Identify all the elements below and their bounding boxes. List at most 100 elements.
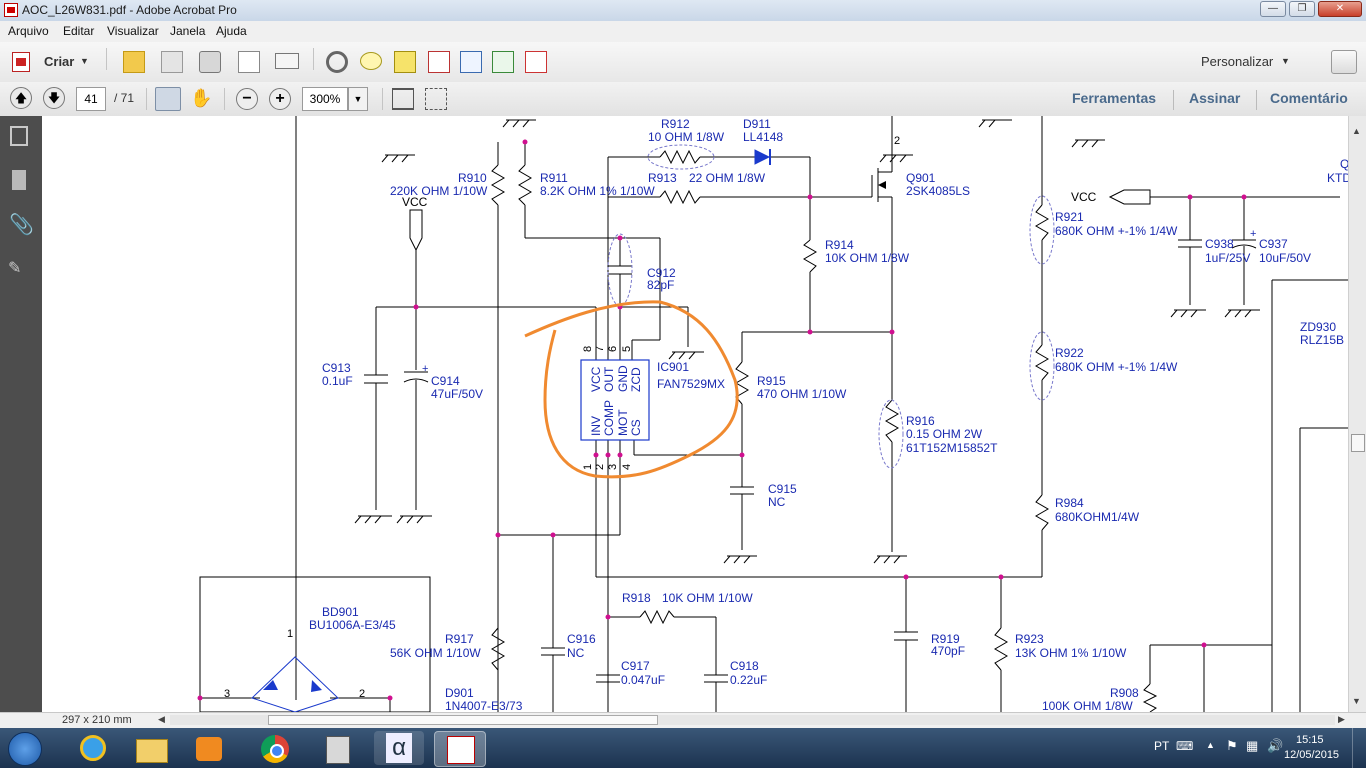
print-icon[interactable] — [199, 51, 221, 73]
clock-date[interactable]: 12/05/2015 — [1284, 749, 1339, 761]
volume-icon[interactable]: 🔊 — [1267, 738, 1283, 754]
chrome-icon[interactable] — [250, 731, 300, 765]
horizontal-scrollbar[interactable] — [170, 715, 1335, 725]
keyboard-icon[interactable]: ⌨ — [1176, 739, 1193, 753]
label-r922: R922 — [1055, 346, 1084, 360]
save-icon[interactable] — [161, 51, 183, 73]
menu-editar[interactable]: Editar — [63, 24, 94, 38]
sign-link[interactable]: Assinar — [1189, 90, 1240, 106]
file-explorer-icon[interactable] — [126, 731, 176, 765]
minimize-button[interactable]: — — [1260, 1, 1286, 17]
label-zd930-value: RLZ15B — [1300, 333, 1344, 347]
zoom-level-field[interactable]: 300% — [302, 87, 348, 111]
zoom-dropdown-icon[interactable]: ▼ — [348, 87, 368, 111]
show-desktop-button[interactable] — [1352, 728, 1366, 768]
label-ktd-edge: KTD — [1327, 171, 1348, 185]
media-player-icon[interactable] — [184, 731, 234, 765]
label-bd-pin1: 1 — [287, 628, 293, 640]
label-c915: C915 — [768, 482, 797, 496]
ic-pin-out: OUT — [602, 366, 616, 392]
maximize-button[interactable]: ❐ — [1289, 1, 1315, 17]
status-bar: 297 x 210 mm ◀ ▶ — [0, 712, 1366, 728]
page-total: / 71 — [114, 91, 135, 105]
label-r923: R923 — [1015, 632, 1044, 646]
chevron-down-icon[interactable]: ▼ — [1281, 56, 1290, 66]
email-icon[interactable] — [275, 53, 299, 69]
ic-pin7-number: 7 — [594, 346, 606, 352]
search-doc-icon[interactable] — [460, 51, 482, 73]
signatures-icon[interactable]: ✎ — [8, 258, 21, 278]
label-q-edge: Q — [1340, 157, 1348, 171]
ic-pin-cs: CS — [629, 419, 643, 436]
ic-pin-zcd: ZCD — [629, 367, 643, 392]
acrobat-icon[interactable] — [434, 731, 486, 767]
scroll-down-icon[interactable]: ▼ — [1352, 696, 1361, 706]
action-center-flag-icon[interactable]: ⚑ — [1226, 738, 1238, 754]
scroll-thumb[interactable] — [1351, 434, 1365, 452]
label-zd930: ZD930 — [1300, 320, 1336, 334]
expand-icon[interactable] — [1331, 50, 1357, 74]
chevron-down-icon: ▼ — [80, 56, 89, 66]
tools-link[interactable]: Ferramentas — [1072, 90, 1156, 106]
label-r916: R916 — [906, 414, 935, 428]
export-icon[interactable] — [492, 51, 514, 73]
clock-time[interactable]: 15:15 — [1296, 734, 1324, 746]
label-c914-value: 47uF/50V — [431, 387, 483, 401]
select-tool-icon[interactable] — [155, 87, 181, 111]
menu-ajuda[interactable]: Ajuda — [216, 24, 247, 38]
scroll-mode-icon[interactable] — [392, 88, 414, 110]
zoom-out-icon[interactable]: − — [236, 88, 258, 110]
scroll-left-icon[interactable]: ◀ — [158, 714, 165, 725]
label-r914: R914 — [825, 238, 854, 252]
title-bar: AOC_L26W831.pdf - Adobe Acrobat Pro — ❐ … — [0, 0, 1366, 22]
stamp-icon[interactable] — [394, 51, 416, 73]
next-page-icon[interactable]: 🡇 — [43, 87, 65, 109]
comment-icon[interactable] — [360, 52, 382, 70]
calculator-icon[interactable] — [312, 731, 362, 765]
scroll-right-icon[interactable]: ▶ — [1338, 714, 1345, 725]
previous-page-icon[interactable]: 🡅 — [10, 87, 32, 109]
comment-link[interactable]: Comentário — [1270, 90, 1348, 106]
form-icon[interactable] — [525, 51, 547, 73]
language-indicator[interactable]: PT — [1154, 739, 1169, 753]
pages-icon[interactable] — [10, 126, 28, 146]
horizontal-scroll-thumb[interactable] — [268, 715, 658, 725]
ic-pin5-number: 5 — [621, 346, 633, 352]
menu-visualizar[interactable]: Visualizar — [107, 24, 159, 38]
page-number-input[interactable]: 41 — [76, 87, 106, 111]
edit-icon[interactable] — [238, 51, 260, 73]
label-c915-value: NC — [768, 495, 786, 509]
create-button[interactable]: Criar ▼ — [10, 50, 92, 74]
label-vcc-left: VCC — [402, 195, 428, 209]
document-view[interactable]: R912 10 OHM 1/8W D911 LL4148 R913 22 OHM… — [42, 116, 1348, 712]
menu-janela[interactable]: Janela — [170, 24, 205, 38]
label-r912-value: 10 OHM 1/8W — [648, 130, 725, 144]
redact-icon[interactable] — [428, 51, 450, 73]
label-c937-plus: + — [1250, 228, 1256, 240]
hand-tool-icon[interactable]: ✋ — [190, 87, 212, 109]
start-button[interactable] — [8, 732, 42, 766]
customize-label[interactable]: Personalizar — [1201, 54, 1273, 69]
label-r913: R913 — [648, 171, 677, 185]
menu-arquivo[interactable]: Arquivo — [8, 24, 49, 38]
vertical-scrollbar[interactable]: ▲ ▼ — [1348, 116, 1366, 712]
settings-icon[interactable] — [326, 51, 348, 73]
network-icon[interactable]: ▦ — [1246, 738, 1258, 754]
show-hidden-icons-icon[interactable]: ▲ — [1206, 740, 1215, 750]
ic-pin-comp: COMP — [602, 400, 616, 436]
alpha-app-icon[interactable]: α — [374, 731, 424, 765]
scroll-up-icon[interactable]: ▲ — [1352, 126, 1361, 136]
open-icon[interactable] — [123, 51, 145, 73]
label-c916-value: NC — [567, 646, 585, 660]
fit-page-icon[interactable] — [425, 88, 447, 110]
internet-explorer-icon[interactable] — [68, 731, 118, 765]
close-button[interactable]: ✕ — [1318, 1, 1362, 17]
attachments-icon[interactable]: 📎 — [9, 212, 34, 237]
menu-bar: Arquivo Editar Visualizar Janela Ajuda — [0, 21, 1366, 43]
label-c938-value: 1uF/25V — [1205, 251, 1250, 265]
bookmarks-icon[interactable] — [12, 170, 26, 190]
label-c917-value: 0.047uF — [621, 673, 665, 687]
label-r915-value: 470 OHM 1/10W — [757, 387, 847, 401]
label-c918-value: 0.22uF — [730, 673, 767, 687]
zoom-in-icon[interactable]: + — [269, 88, 291, 110]
